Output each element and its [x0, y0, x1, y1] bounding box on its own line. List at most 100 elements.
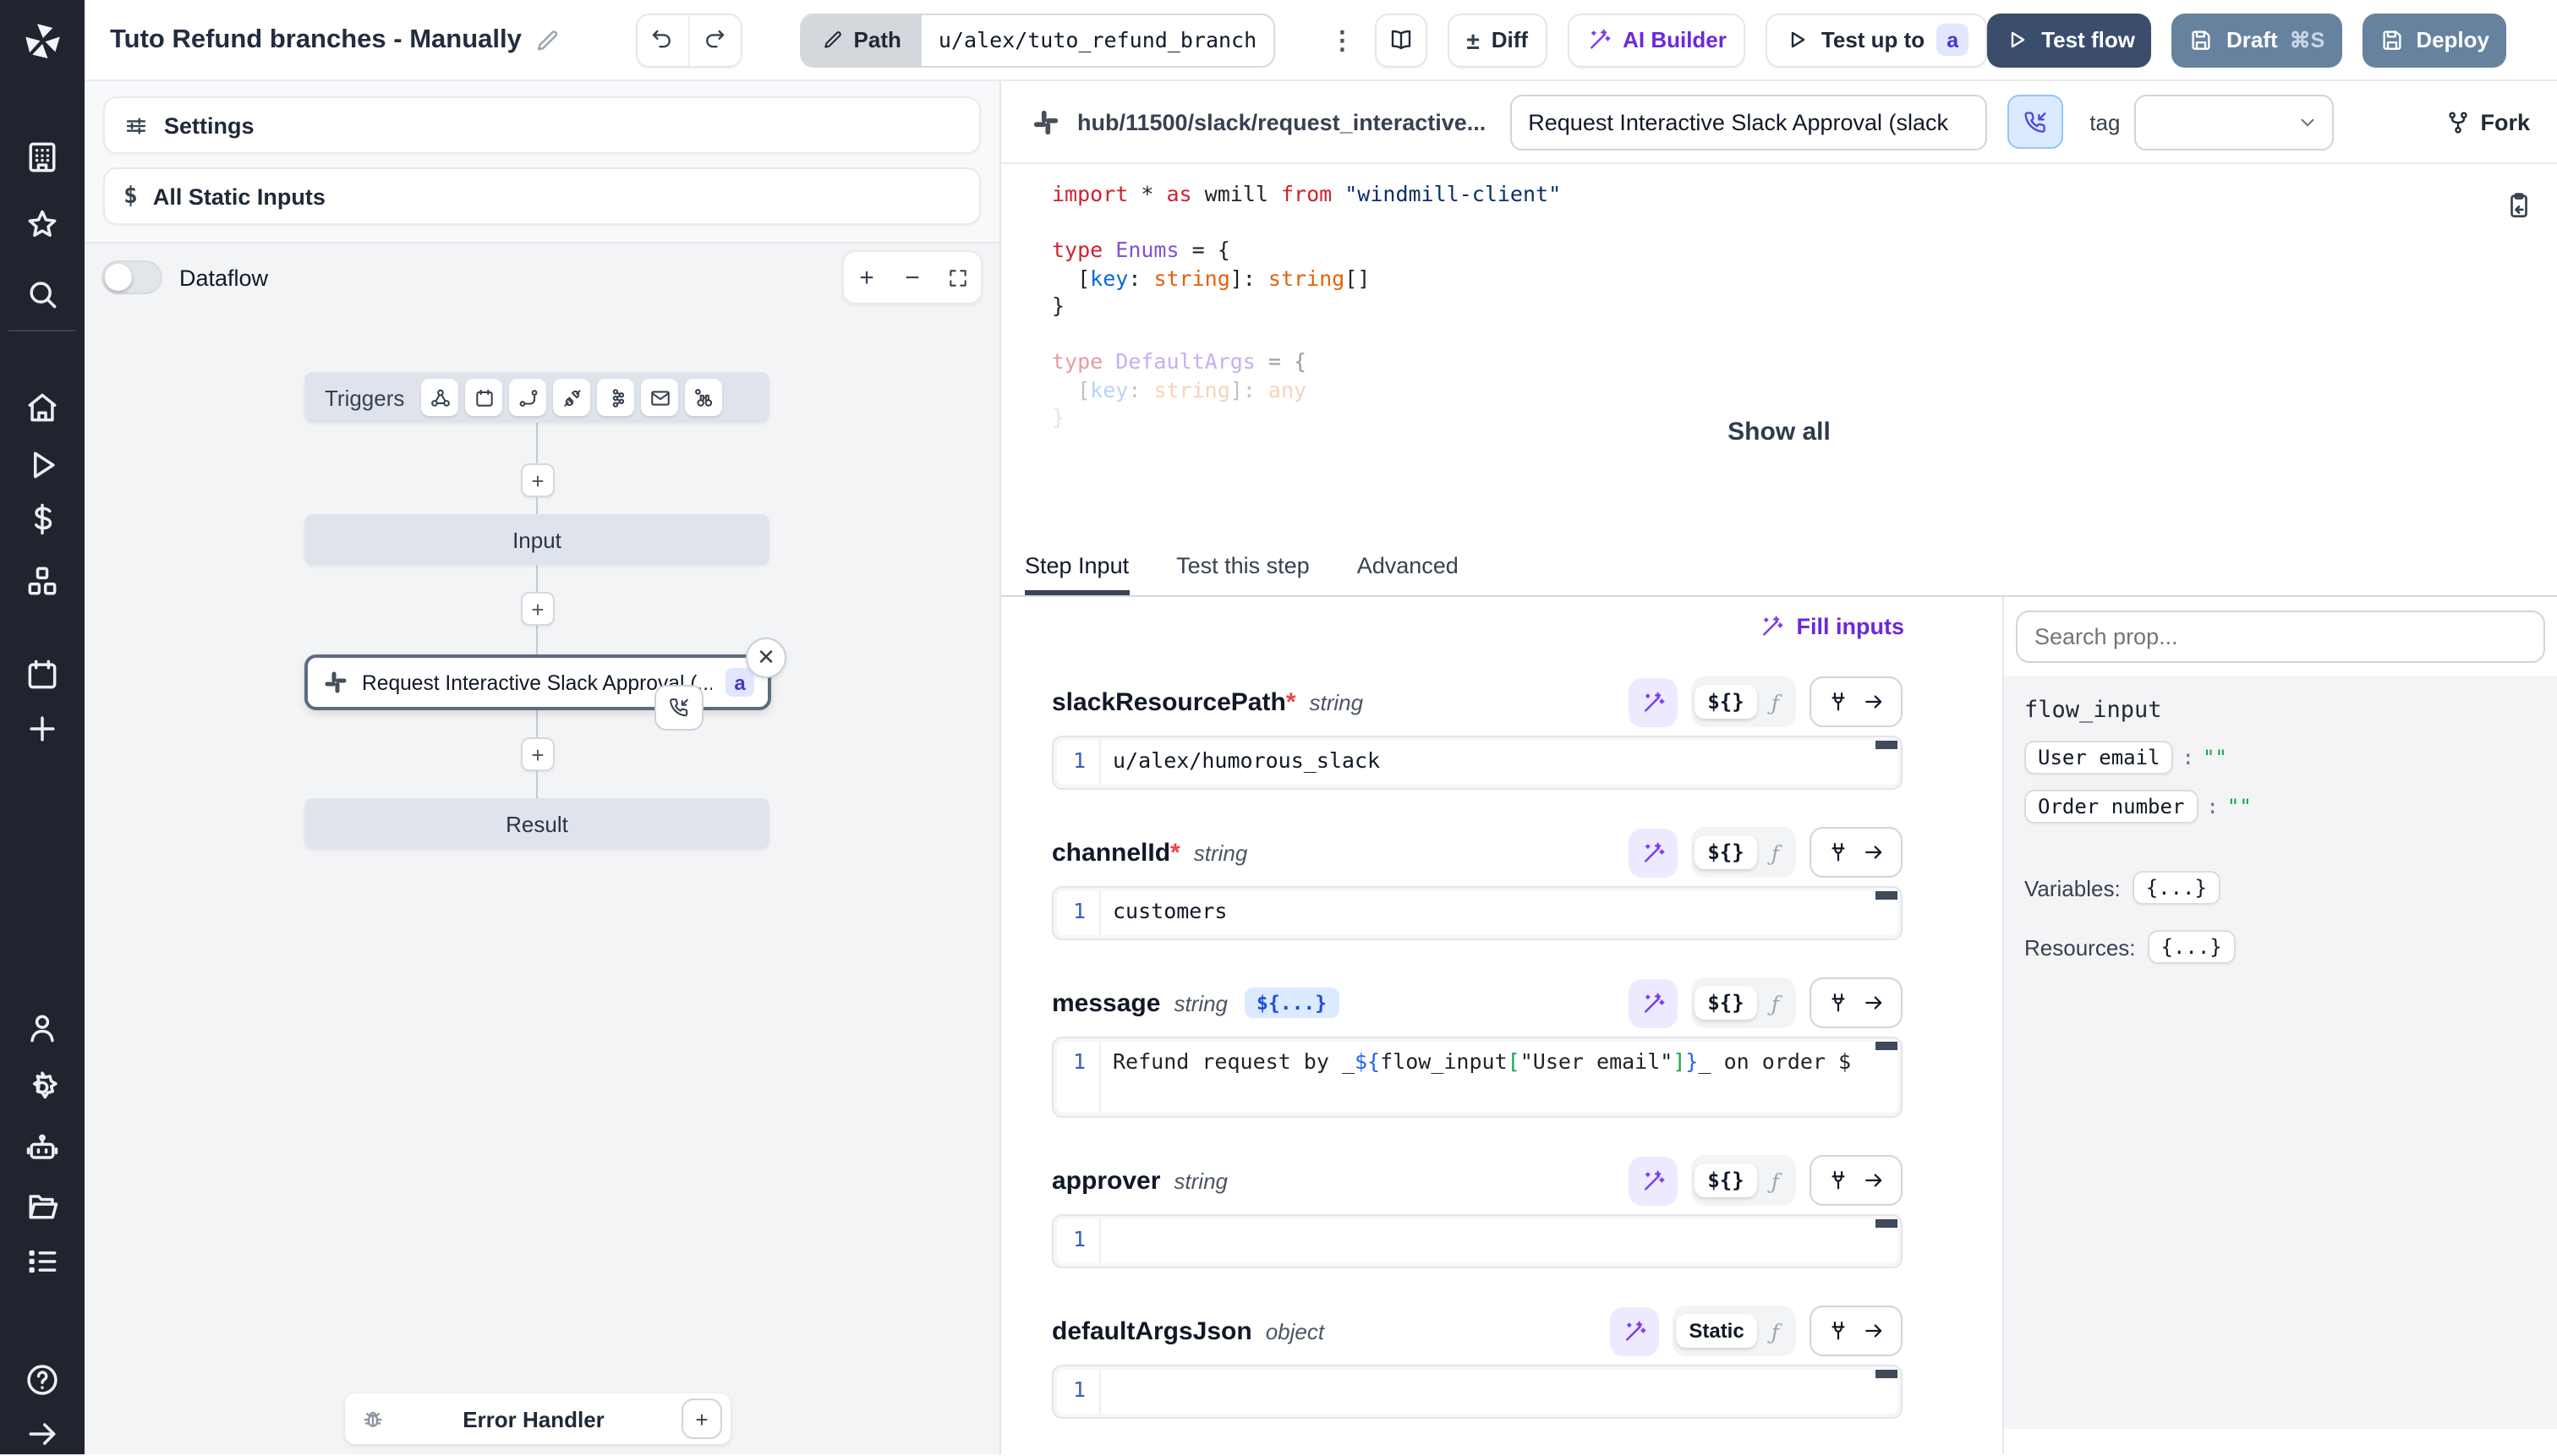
deploy-button[interactable]: Deploy: [2362, 13, 2506, 67]
editor-content[interactable]: customers: [1101, 891, 1897, 935]
search-prop-input[interactable]: [2016, 610, 2545, 663]
script-hub-path[interactable]: hub/11500/slack/request_interactive...: [1077, 109, 1486, 134]
edit-title-pencil-icon[interactable]: [535, 26, 561, 53]
function-mode-button[interactable]: ƒ: [1758, 684, 1793, 720]
all-static-inputs-button[interactable]: $ All Static Inputs: [103, 167, 981, 225]
editor-content[interactable]: Refund request by _${flow_input["User em…: [1101, 1042, 1897, 1113]
windmill-logo-icon[interactable]: [0, 0, 85, 81]
add-step-button[interactable]: +: [521, 592, 555, 626]
search-icon[interactable]: [24, 276, 61, 313]
triggers-node[interactable]: Triggers: [304, 372, 769, 423]
remove-step-button[interactable]: ✕: [746, 638, 786, 678]
expr-mode-button[interactable]: Static: [1675, 1314, 1757, 1348]
trigger-schedule-icon[interactable]: [465, 379, 502, 416]
connect-input-button[interactable]: [1810, 1305, 1903, 1356]
add-error-handler-button[interactable]: +: [682, 1399, 722, 1439]
settings-icon[interactable]: [24, 1069, 61, 1106]
field-editor-defaultArgsJson[interactable]: 1: [1052, 1365, 1903, 1419]
undo-button[interactable]: [638, 14, 688, 65]
prop-key-chip[interactable]: User email: [2024, 741, 2174, 775]
zoom-in-button[interactable]: +: [844, 254, 890, 301]
tab-test-this-step[interactable]: Test this step: [1176, 553, 1310, 595]
expr-mode-button[interactable]: ${}: [1694, 685, 1757, 719]
docs-button[interactable]: [1375, 13, 1427, 67]
workspace-icon[interactable]: [24, 139, 61, 176]
function-mode-button[interactable]: ƒ: [1758, 1313, 1793, 1349]
add-step-button[interactable]: +: [521, 737, 555, 771]
schedules-icon[interactable]: [24, 656, 61, 693]
connect-input-button[interactable]: [1810, 1155, 1903, 1206]
test-up-to-button[interactable]: Test up to a: [1766, 13, 1987, 67]
tab-step-input[interactable]: Step Input: [1025, 553, 1129, 595]
function-mode-button[interactable]: ƒ: [1758, 1163, 1793, 1198]
variables-expand-chip[interactable]: {...}: [2133, 871, 2220, 905]
folders-icon[interactable]: [24, 1187, 61, 1224]
suspend-approval-icon[interactable]: [654, 685, 704, 731]
connect-input-button[interactable]: [1810, 827, 1903, 878]
trigger-webhook-icon[interactable]: [421, 379, 458, 416]
connect-input-button[interactable]: [1810, 977, 1903, 1028]
flow-canvas[interactable]: Triggers + Input + Request Interactive S…: [85, 311, 999, 1456]
field-editor-slackResourcePath[interactable]: 1u/alex/humorous_slack: [1052, 736, 1903, 790]
expr-mode-button[interactable]: ${}: [1694, 1163, 1757, 1197]
diff-button[interactable]: ±Diff: [1448, 13, 1547, 67]
help-icon[interactable]: [24, 1361, 61, 1399]
draft-button[interactable]: Draft⌘S: [2172, 13, 2341, 67]
show-all-button[interactable]: Show all: [1001, 418, 2557, 446]
editor-content[interactable]: [1101, 1219, 1897, 1263]
audit-logs-icon[interactable]: [24, 1243, 61, 1280]
code-editor[interactable]: import * as wmill from "windmill-client"…: [1052, 181, 1561, 432]
fit-view-button[interactable]: [935, 254, 981, 301]
field-editor-approver[interactable]: 1: [1052, 1214, 1903, 1268]
tab-advanced[interactable]: Advanced: [1357, 553, 1459, 595]
favorites-icon[interactable]: [24, 206, 61, 244]
field-editor-channelId[interactable]: 1customers: [1052, 886, 1903, 940]
function-mode-button[interactable]: ƒ: [1758, 835, 1793, 870]
zoom-out-button[interactable]: −: [890, 254, 935, 301]
users-icon[interactable]: [24, 1010, 61, 1047]
ai-fill-button[interactable]: [1609, 1306, 1658, 1355]
variables-icon[interactable]: [24, 501, 61, 538]
suspend-approval-button[interactable]: [2007, 95, 2062, 149]
field-editor-message[interactable]: 1Refund request by _${flow_input["User e…: [1052, 1037, 1903, 1118]
test-flow-button[interactable]: Test flow: [1987, 13, 2152, 67]
error-handler-node[interactable]: Error Handler +: [345, 1393, 731, 1444]
resources-icon[interactable]: [24, 563, 61, 600]
expand-sidebar-icon[interactable]: [24, 1415, 61, 1453]
runs-icon[interactable]: [24, 446, 61, 484]
fork-button[interactable]: Fork: [2445, 109, 2530, 134]
expr-mode-button[interactable]: ${}: [1694, 986, 1757, 1020]
step-node-slack-approval[interactable]: Request Interactive Slack Approval (... …: [304, 654, 771, 710]
flow-settings-button[interactable]: Settings: [103, 96, 981, 154]
prop-key-chip[interactable]: Order number: [2024, 790, 2198, 824]
fill-inputs-button[interactable]: Fill inputs: [1001, 597, 2002, 639]
function-mode-button[interactable]: ƒ: [1758, 985, 1793, 1021]
path-input[interactable]: [922, 14, 1274, 65]
editor-content[interactable]: u/alex/humorous_slack: [1101, 741, 1897, 785]
ai-fill-button[interactable]: [1628, 978, 1677, 1027]
more-options-kebab-icon[interactable]: ⋮: [1329, 25, 1355, 55]
copy-code-icon[interactable]: [2505, 191, 2533, 220]
ai-fill-button[interactable]: [1628, 1156, 1677, 1205]
resources-expand-chip[interactable]: {...}: [2148, 930, 2236, 964]
ai-builder-button[interactable]: AI Builder: [1567, 13, 1745, 67]
path-button[interactable]: Path: [802, 14, 922, 65]
dataflow-toggle[interactable]: [101, 260, 162, 294]
trigger-websocket-icon[interactable]: [553, 379, 590, 416]
trigger-email-icon[interactable]: [641, 379, 678, 416]
add-icon[interactable]: [24, 710, 61, 747]
connect-input-button[interactable]: [1810, 676, 1903, 727]
result-node[interactable]: Result: [304, 798, 769, 849]
input-node[interactable]: Input: [304, 514, 769, 565]
add-step-button[interactable]: +: [521, 463, 555, 497]
home-icon[interactable]: [24, 389, 61, 426]
step-summary-input[interactable]: [1509, 94, 1986, 150]
trigger-kafka-icon[interactable]: [597, 379, 634, 416]
tag-select[interactable]: [2133, 94, 2333, 150]
trigger-http-route-icon[interactable]: [509, 379, 546, 416]
expr-mode-button[interactable]: ${}: [1694, 835, 1757, 869]
trigger-scheduled-poll-icon[interactable]: [685, 379, 722, 416]
redo-button[interactable]: [688, 14, 741, 65]
editor-content[interactable]: [1101, 1370, 1897, 1414]
workers-icon[interactable]: [24, 1130, 61, 1167]
